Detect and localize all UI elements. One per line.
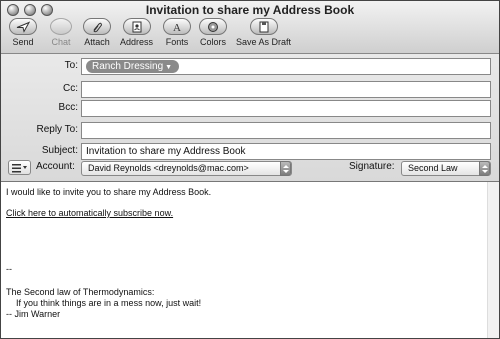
to-field[interactable]: Ranch Dressing ▼ [81, 58, 491, 75]
save-as-draft-button[interactable]: Save As Draft [236, 18, 291, 47]
title-bar: Invitation to share my Address Book Send… [1, 1, 499, 54]
chat-label: Chat [51, 37, 71, 47]
compose-window: Invitation to share my Address Book Send… [0, 0, 500, 339]
cc-field[interactable] [81, 81, 491, 98]
list-icon [12, 164, 27, 173]
colors-icon [199, 18, 227, 35]
colors-label: Colors [199, 37, 226, 47]
account-popup[interactable]: David Reynolds <dreynolds@mac.com> [81, 161, 292, 176]
address-icon [122, 18, 151, 35]
colors-button[interactable]: Colors [199, 18, 227, 47]
send-icon [9, 18, 37, 35]
address-button[interactable]: Address [120, 18, 153, 47]
subject-row: Subject: [1, 143, 78, 160]
signature-label: Signature: [349, 161, 395, 172]
body-line-1: I would like to invite you to share my A… [6, 187, 212, 197]
fonts-icon: A [163, 18, 191, 35]
message-header: To: Ranch Dressing ▼ Cc: Bcc: Reply To: S… [1, 54, 499, 181]
svg-text:A: A [173, 22, 181, 33]
signature-line-1: The Second law of Thermodynamics: [6, 287, 155, 297]
reply-to-row: Reply To: [1, 122, 78, 139]
send-button[interactable]: Send [9, 18, 37, 47]
send-label: Send [12, 37, 34, 47]
signature-popup-arrows-icon [479, 161, 490, 176]
cc-row: Cc: [1, 81, 78, 98]
subject-field[interactable]: Invitation to share my Address Book [81, 143, 491, 160]
reply-to-label: Reply To: [36, 124, 78, 135]
account-popup-arrows-icon [280, 161, 291, 176]
to-label: To: [64, 60, 78, 71]
subscribe-link[interactable]: Click here to automatically subscribe no… [6, 208, 476, 219]
account-value: David Reynolds <dreynolds@mac.com> [88, 163, 249, 173]
bcc-field[interactable] [81, 100, 491, 117]
account-label: Account: [36, 161, 75, 172]
attach-label: Attach [84, 37, 110, 47]
subject-label: Subject: [41, 145, 78, 156]
reply-to-field[interactable] [81, 122, 491, 139]
save-draft-icon [249, 18, 278, 35]
attach-button[interactable]: Attach [83, 18, 111, 47]
token-chevron-down-icon[interactable]: ▼ [165, 64, 172, 71]
header-divider [1, 181, 499, 182]
to-row: To: [1, 58, 78, 75]
fonts-label: Fonts [165, 37, 189, 47]
header-options-button[interactable] [8, 160, 31, 175]
signature-line-3: -- Jim Warner [6, 309, 61, 319]
chat-button[interactable]: Chat [50, 18, 72, 47]
message-body[interactable]: I would like to invite you to share my A… [6, 187, 476, 320]
address-label: Address [120, 37, 154, 47]
attach-icon [83, 18, 111, 35]
save-as-draft-label: Save As Draft [236, 37, 292, 47]
bcc-row: Bcc: [1, 100, 78, 117]
signature-popup[interactable]: Second Law [401, 161, 491, 176]
signature-value: Second Law [408, 163, 458, 173]
chat-icon [50, 18, 72, 35]
signature-dashes: -- [6, 264, 12, 274]
cc-label: Cc: [63, 83, 78, 94]
body-scrollbar[interactable] [487, 182, 499, 338]
signature-line-2: If you think things are in a mess now, j… [6, 298, 202, 308]
recipient-token[interactable]: Ranch Dressing ▼ [86, 60, 180, 73]
fonts-button[interactable]: A Fonts [163, 18, 191, 47]
window-title: Invitation to share my Address Book [145, 3, 355, 17]
bcc-label: Bcc: [58, 102, 78, 113]
